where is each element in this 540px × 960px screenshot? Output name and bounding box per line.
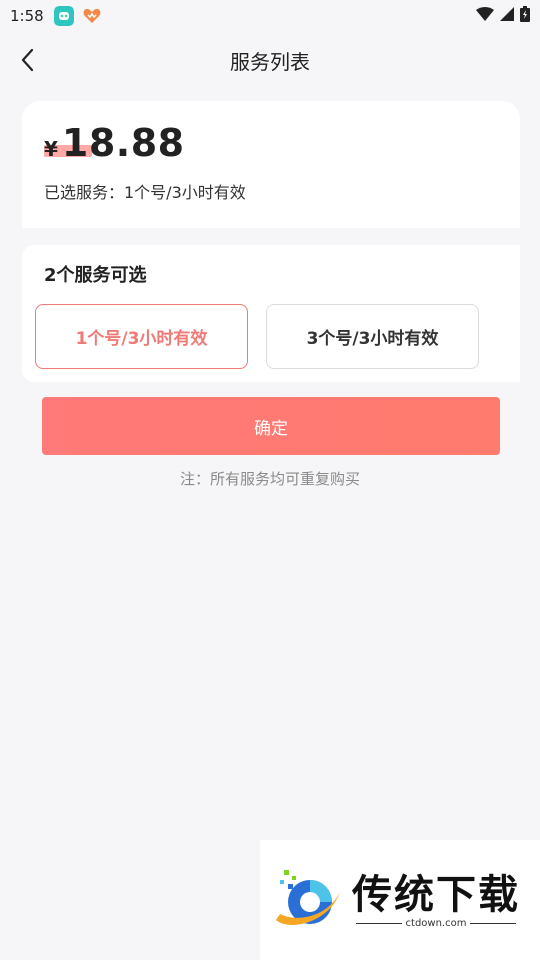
app-notification-icon	[53, 6, 74, 26]
service-option-1[interactable]: 1个号/3小时有效	[35, 304, 248, 369]
service-option-label: 3个号/3小时有效	[306, 329, 439, 349]
watermark-text: 传统下载 ctdown.com	[352, 872, 520, 929]
status-bar: 1:58	[0, 0, 540, 32]
purchase-note: 注：所有服务均可重复购买	[179, 470, 360, 488]
divider	[356, 922, 402, 924]
back-button[interactable]	[14, 46, 42, 74]
watermark-logo-icon	[276, 870, 340, 925]
price-card: ¥ 18.88 已选服务：1个号/3小时有效	[22, 101, 520, 228]
heart-app-icon	[82, 6, 102, 26]
status-time: 1:58	[10, 7, 44, 25]
confirm-button[interactable]: 确定	[42, 397, 500, 455]
watermark-title: 传统下载	[352, 871, 520, 918]
chevron-left-icon	[21, 48, 34, 72]
page-title: 服务列表	[230, 49, 310, 74]
price-amount: 18.88	[61, 121, 185, 165]
battery-icon	[520, 6, 530, 26]
watermark: 传统下载 ctdown.com	[260, 840, 540, 960]
service-options-card: 2个服务可选 1个号/3小时有效 3个号/3小时有效	[22, 245, 520, 382]
signal-icon	[500, 7, 514, 25]
service-option-2[interactable]: 3个号/3小时有效	[266, 304, 479, 369]
options-title: 2个服务可选	[44, 265, 147, 286]
status-indicators	[476, 6, 530, 26]
selected-service-label: 已选服务：1个号/3小时有效	[44, 183, 246, 202]
nav-bar: 服务列表	[0, 32, 540, 88]
currency-symbol: ¥	[44, 137, 58, 161]
service-option-label: 1个号/3小时有效	[75, 329, 208, 349]
watermark-url-row: ctdown.com	[356, 918, 516, 929]
divider	[470, 922, 516, 924]
wifi-icon	[476, 7, 494, 25]
price-row: ¥ 18.88	[44, 121, 498, 165]
watermark-url: ctdown.com	[405, 917, 467, 929]
